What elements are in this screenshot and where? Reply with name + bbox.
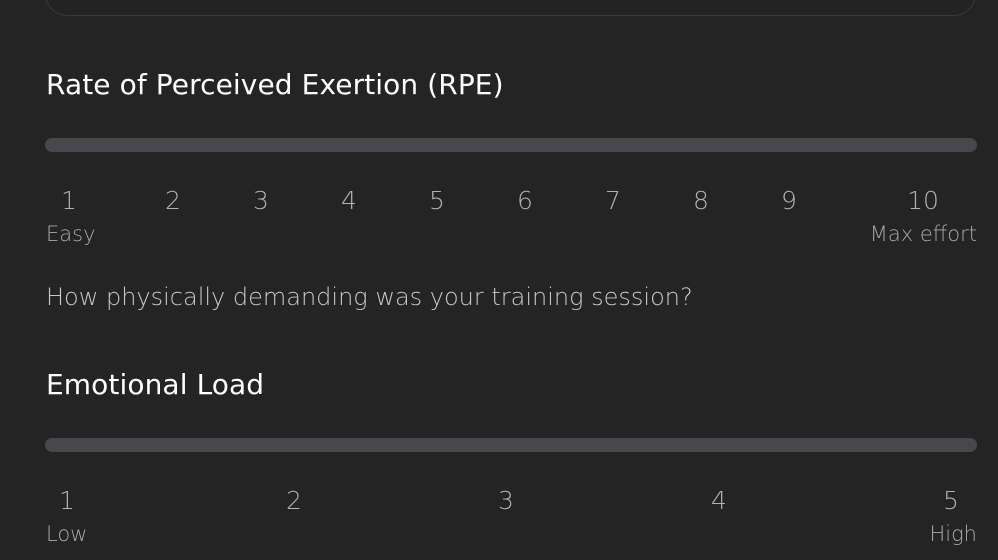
emotional-min-label: Low [46,522,88,546]
rpe-tick-8[interactable]: 8 [693,186,709,215]
emotional-tick-1[interactable]: 1 [59,486,75,515]
emotional-tick-3[interactable]: 3 [498,486,514,515]
training-feedback-form: Rate of Perceived Exertion (RPE) 1 2 3 4… [0,0,998,560]
rpe-tick-10[interactable]: 10 [907,186,939,215]
rpe-title: Rate of Perceived Exertion (RPE) [46,68,504,101]
previous-input-card[interactable] [45,0,976,16]
rpe-tick-2[interactable]: 2 [165,186,181,215]
emotional-load-title: Emotional Load [46,368,265,401]
rpe-max-label: Max effort [869,222,977,246]
emotional-load-slider[interactable] [45,438,977,452]
rpe-tick-4[interactable]: 4 [341,186,357,215]
rpe-tick-7[interactable]: 7 [605,186,621,215]
rpe-question: How physically demanding was your traini… [46,283,693,311]
rpe-tick-6[interactable]: 6 [517,186,533,215]
emotional-tick-2[interactable]: 2 [286,486,302,515]
rpe-slider[interactable] [45,138,977,152]
rpe-min-label: Easy [46,222,96,246]
emotional-tick-4[interactable]: 4 [711,486,727,515]
rpe-tick-5[interactable]: 5 [429,186,445,215]
rpe-tick-3[interactable]: 3 [253,186,269,215]
rpe-scale-ticks: 1 2 3 4 5 6 7 8 9 10 [45,186,977,216]
rpe-tick-1[interactable]: 1 [61,186,77,215]
emotional-max-label: High [929,522,977,546]
rpe-tick-9[interactable]: 9 [781,186,797,215]
emotional-scale-ticks: 1 2 3 4 5 [45,486,977,516]
emotional-tick-5[interactable]: 5 [943,486,959,515]
